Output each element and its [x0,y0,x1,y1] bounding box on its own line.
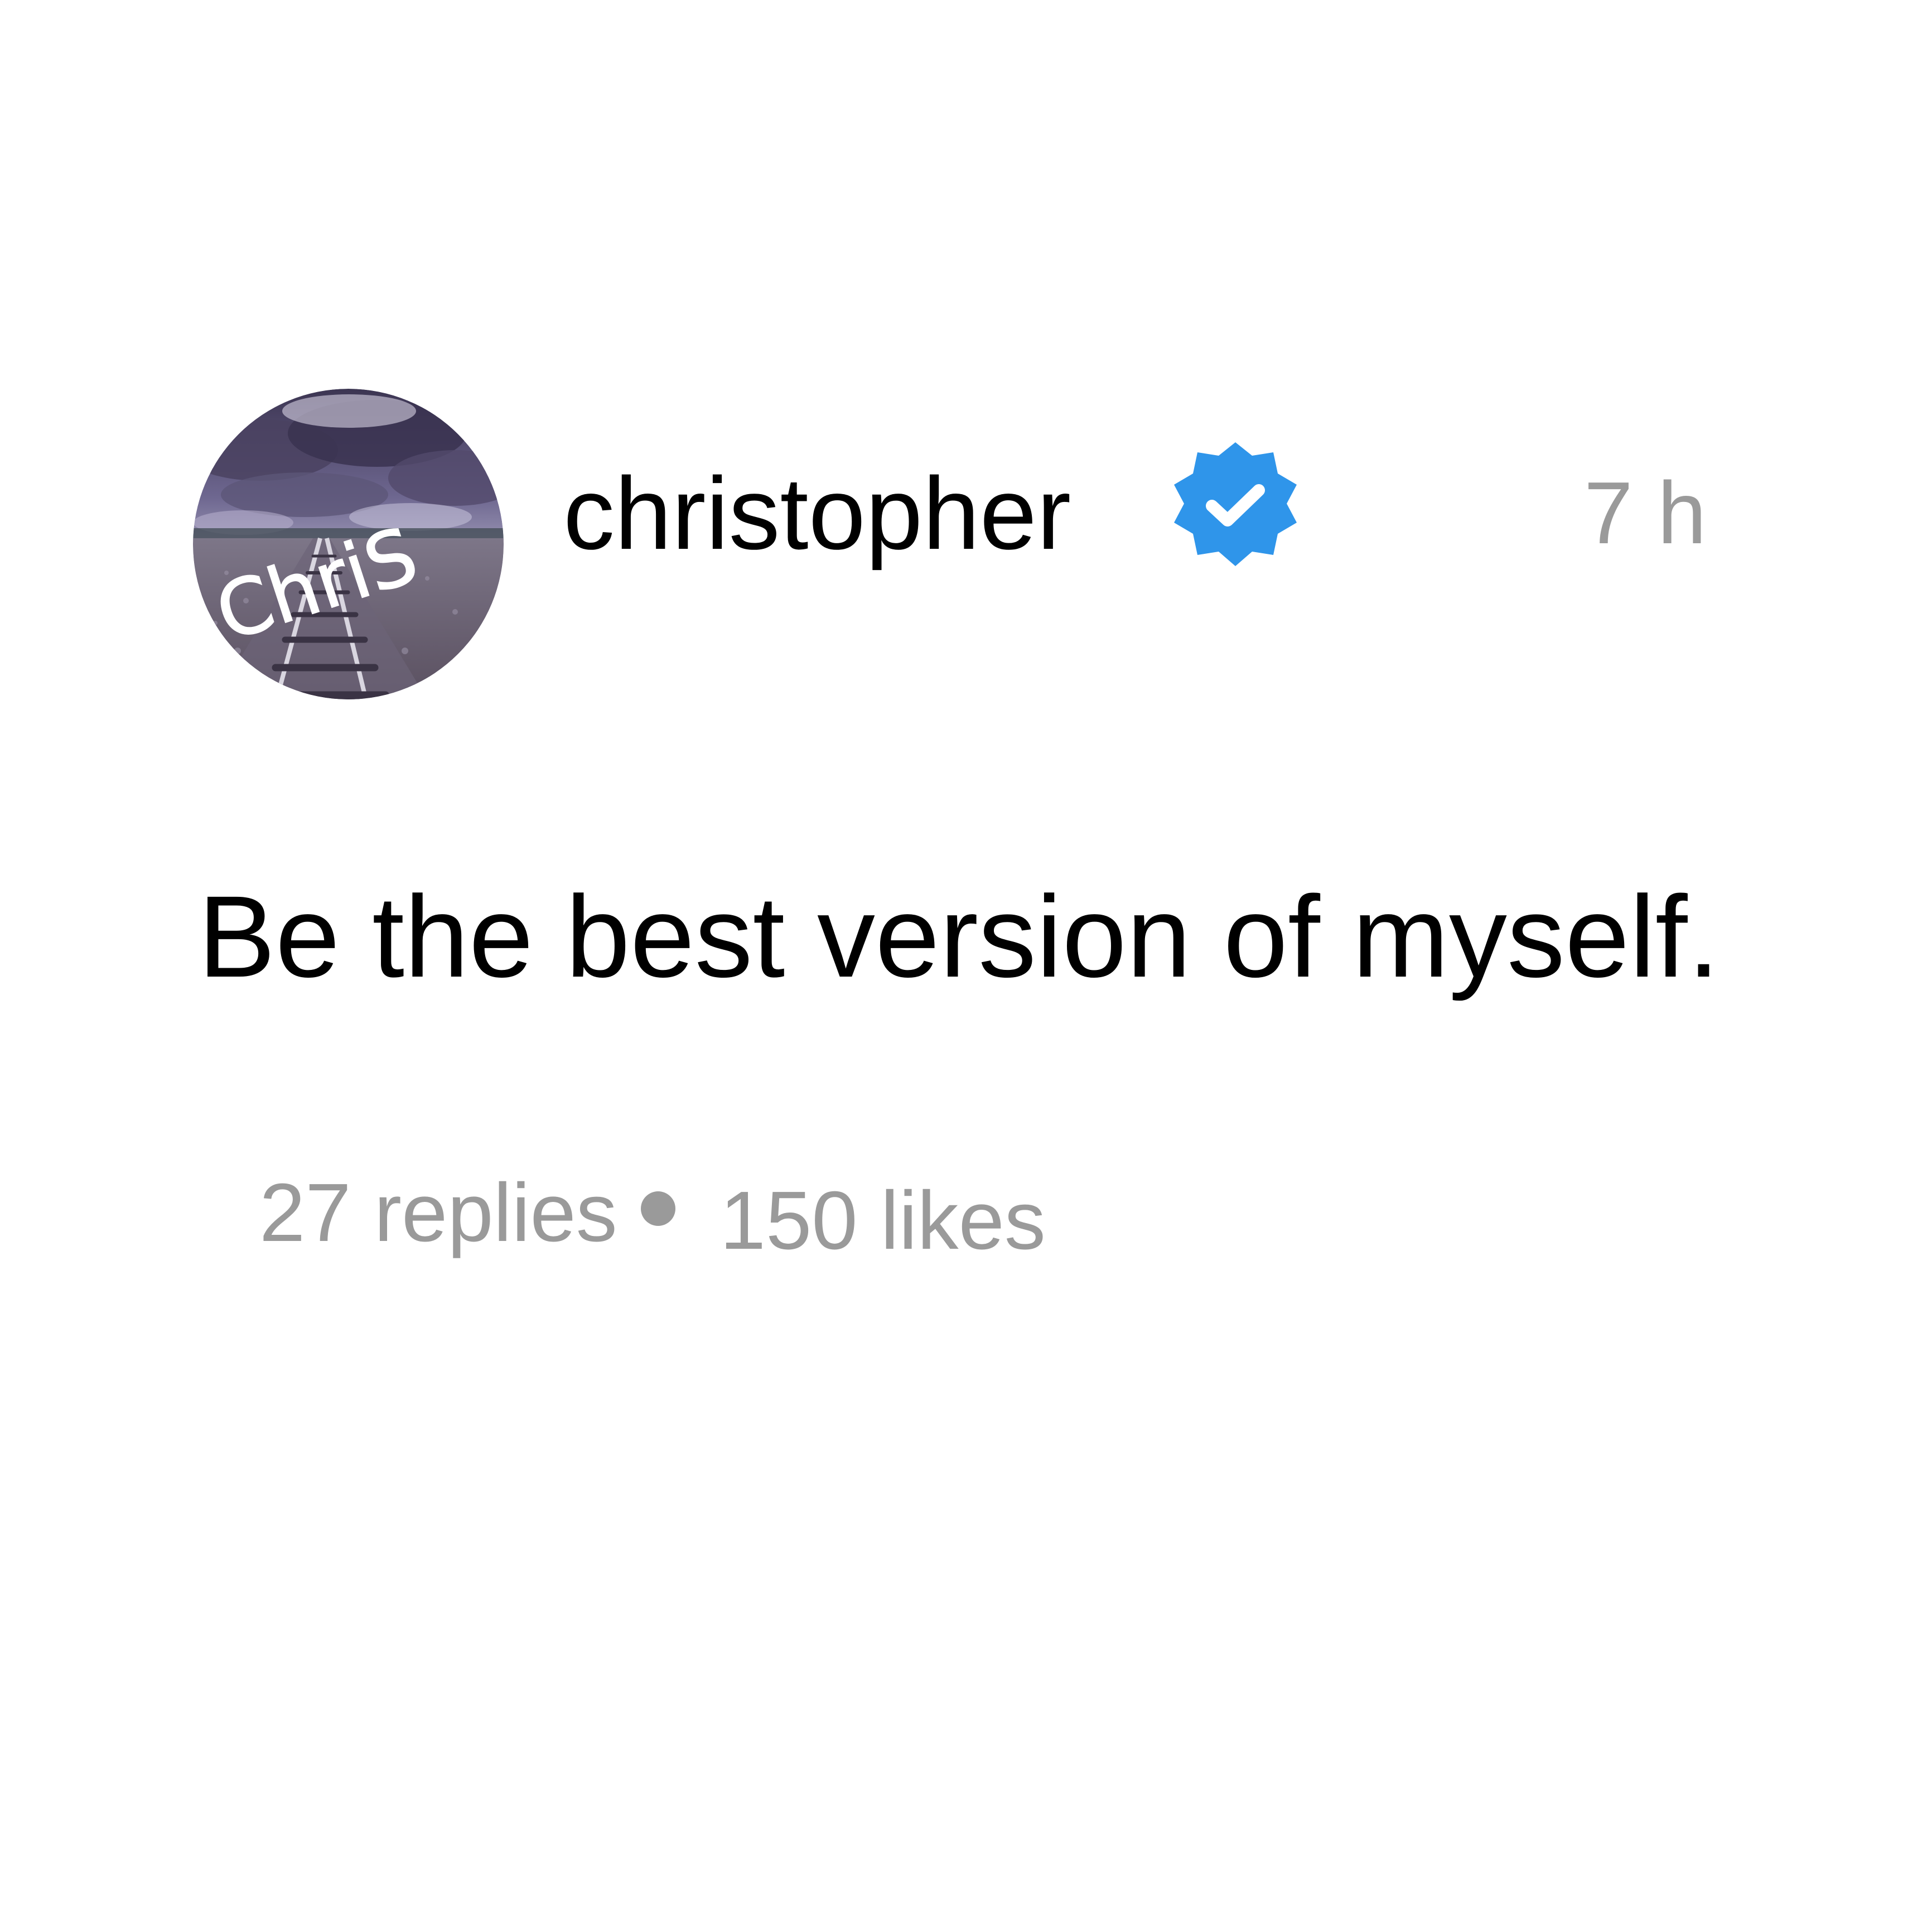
replies-count[interactable]: 27 replies [259,1166,617,1260]
post-time: 7 h [1584,464,1707,562]
post-text: Be the best version of myself. [198,872,1720,1002]
username[interactable]: christopher [563,457,1071,569]
separator-dot-icon [640,1191,675,1226]
post-card: ChriS christopher 7 h Be the best versio… [0,0,1932,1932]
avatar[interactable]: ChriS [193,389,504,699]
likes-count[interactable]: 150 likes [720,1173,1046,1268]
verified-badge-icon [1168,438,1302,572]
post-stats: 27 replies 150 likes [259,1157,1046,1269]
